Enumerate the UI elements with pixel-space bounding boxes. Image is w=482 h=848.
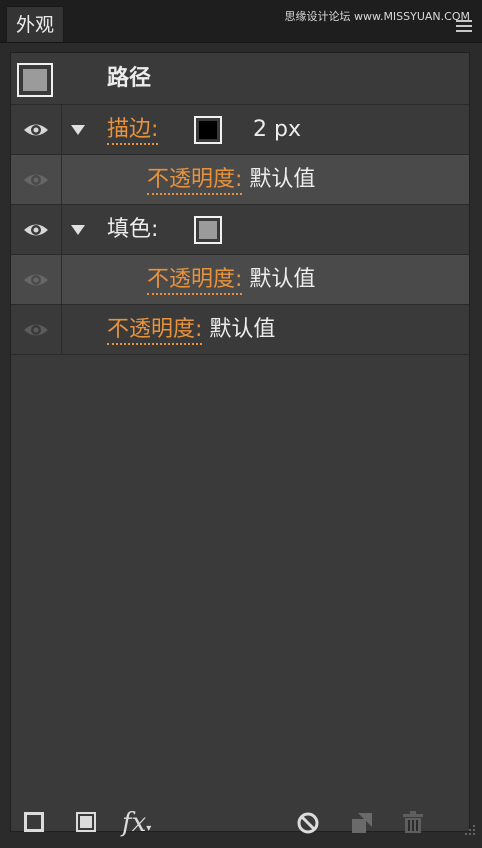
- stroke-label-link[interactable]: 描边:: [107, 117, 159, 145]
- fill-opacity-value: 默认值: [249, 267, 316, 292]
- fill-opacity-label-wrap: 不透明度: 默认值: [147, 267, 316, 295]
- object-header-row: 路径: [11, 53, 469, 105]
- stroke-weight[interactable]: 2 px: [253, 117, 301, 143]
- panel-menu-icon[interactable]: [456, 20, 472, 34]
- fx-icon[interactable]: fx▾: [122, 808, 151, 838]
- object-opacity-label[interactable]: 不透明度:: [107, 317, 203, 345]
- object-title: 路径: [107, 66, 152, 91]
- tab-appearance[interactable]: 外观: [6, 6, 64, 42]
- fill-row[interactable]: 填色:: [11, 205, 469, 255]
- resize-grip-icon[interactable]: [462, 823, 476, 842]
- panel-bottom-toolbar: fx▾: [0, 800, 482, 848]
- stroke-color-swatch[interactable]: [194, 116, 222, 144]
- eye-icon[interactable]: [23, 221, 49, 239]
- eye-icon[interactable]: [23, 321, 49, 339]
- fill-opacity-label[interactable]: 不透明度:: [147, 267, 243, 295]
- clear-appearance-icon[interactable]: [296, 811, 320, 839]
- triangle-down-icon[interactable]: [71, 225, 85, 235]
- stroke-opacity-value: 默认值: [249, 167, 316, 192]
- object-thumbnail: [17, 63, 53, 97]
- stroke-opacity-label[interactable]: 不透明度:: [147, 167, 243, 195]
- eye-icon[interactable]: [23, 171, 49, 189]
- add-fill-icon[interactable]: [76, 812, 96, 836]
- object-opacity-label-wrap: 不透明度: 默认值: [107, 317, 276, 345]
- triangle-down-icon[interactable]: [71, 125, 85, 135]
- stroke-label[interactable]: 描边:: [107, 117, 159, 145]
- stroke-row[interactable]: 描边: 2 px: [11, 105, 469, 155]
- fill-color-swatch[interactable]: [194, 216, 222, 244]
- panel-tabbar: 外观 思缘设计论坛 www.MISSYUAN.COM: [0, 0, 482, 43]
- duplicate-item-icon: [350, 811, 374, 837]
- stroke-opacity-row[interactable]: 不透明度: 默认值: [11, 155, 469, 205]
- fill-opacity-row[interactable]: 不透明度: 默认值: [11, 255, 469, 305]
- stroke-opacity-label-wrap: 不透明度: 默认值: [147, 167, 316, 195]
- object-opacity-value: 默认值: [209, 317, 276, 342]
- appearance-panel: 路径 描边: 2 px 不透明度: 默认值 填色: 不透明度: 默认值 不透明度…: [10, 52, 470, 832]
- eye-icon[interactable]: [23, 121, 49, 139]
- object-opacity-row[interactable]: 不透明度: 默认值: [11, 305, 469, 355]
- watermark-text: 思缘设计论坛 www.MISSYUAN.COM: [284, 10, 470, 23]
- trash-icon: [402, 810, 424, 838]
- eye-icon[interactable]: [23, 271, 49, 289]
- add-stroke-icon[interactable]: [24, 812, 44, 836]
- fill-label: 填色:: [107, 217, 159, 242]
